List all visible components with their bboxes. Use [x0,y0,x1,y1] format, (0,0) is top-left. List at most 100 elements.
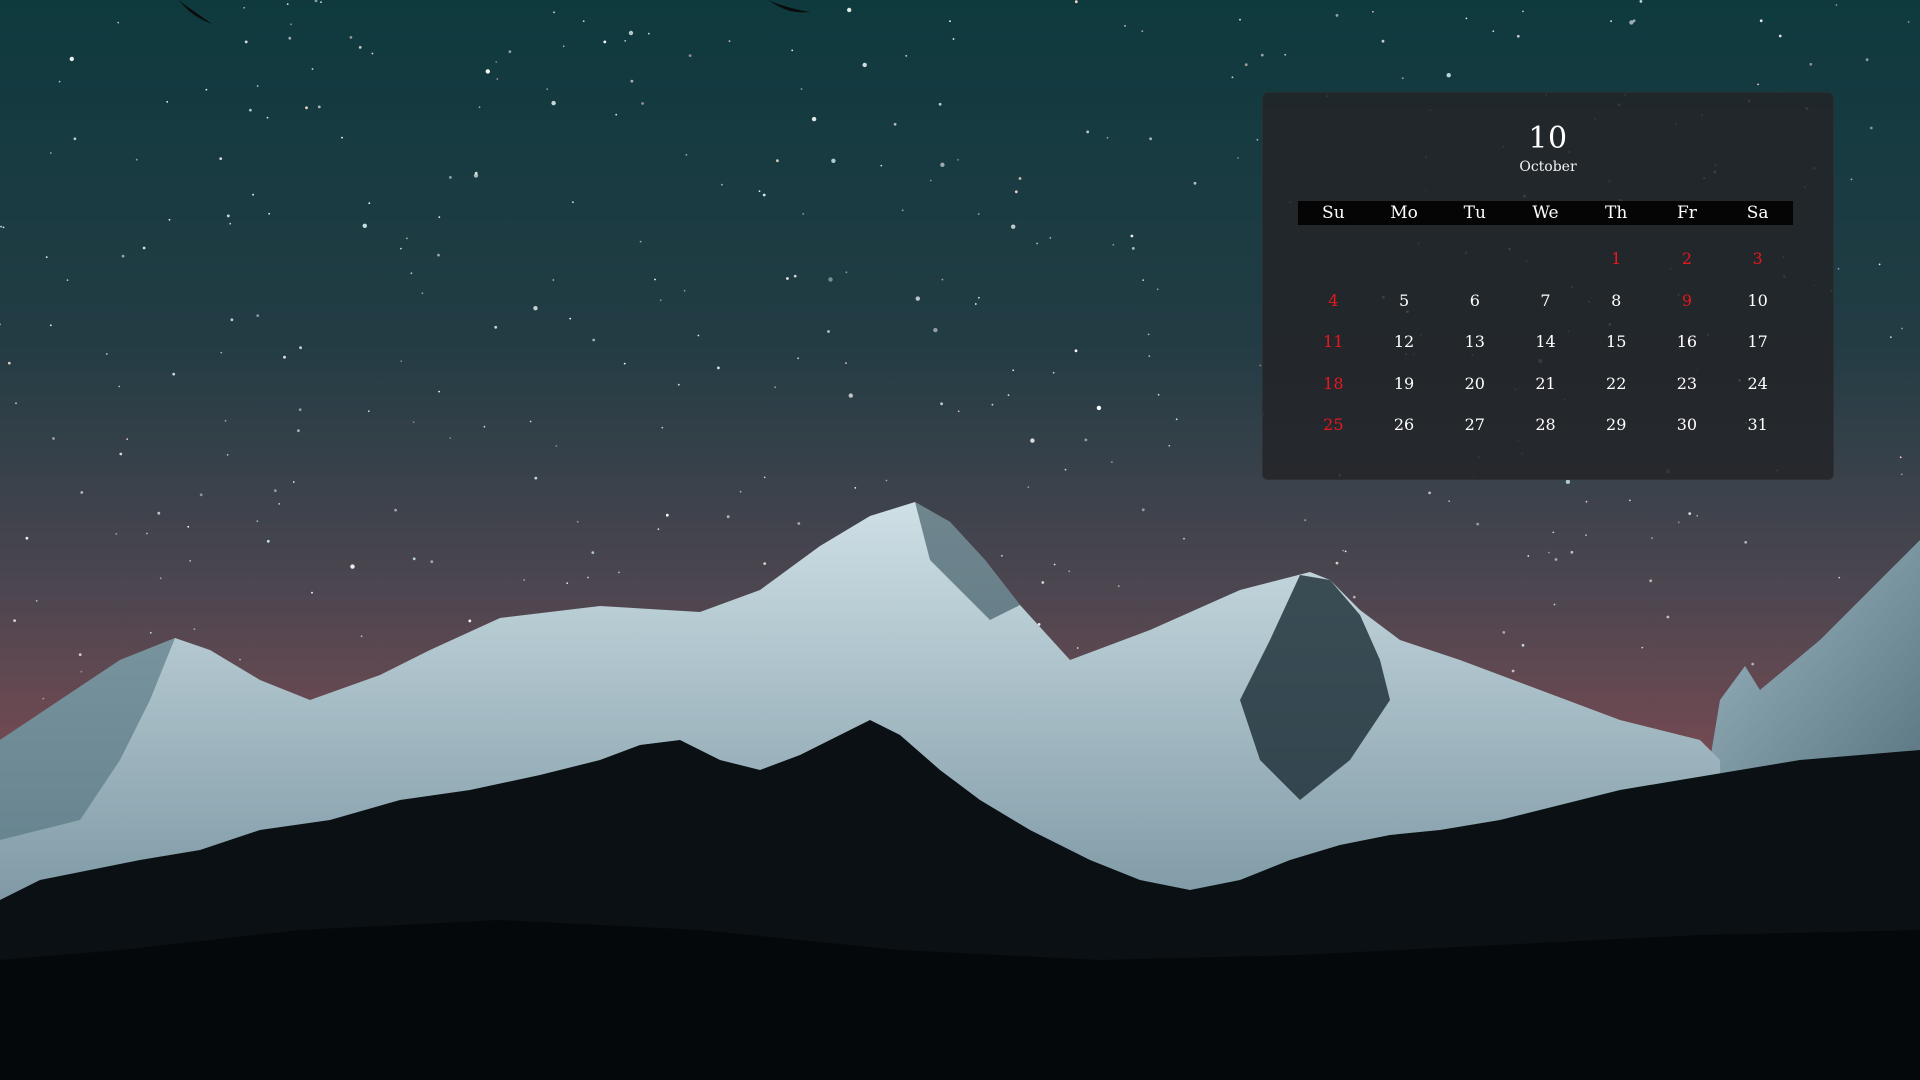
star [400,247,402,250]
star [1335,561,1339,565]
star [239,658,241,661]
star [721,183,723,186]
star [358,46,362,49]
star [800,88,803,90]
star [1141,508,1145,512]
star [105,353,108,355]
star [118,385,121,388]
star [1027,486,1030,489]
star [1835,4,1838,6]
star [1890,336,1892,339]
star [929,179,932,182]
star [845,362,847,364]
star [688,54,692,57]
star [1147,333,1150,336]
star [266,539,270,543]
star [317,105,321,109]
star [341,136,343,139]
star [553,11,555,14]
star [485,69,490,74]
star [305,106,308,110]
star [193,628,196,630]
star [1522,10,1524,13]
star [1030,438,1035,443]
star [533,306,538,311]
calendar-date: 11 [1323,332,1344,352]
star [854,487,857,489]
star [1751,662,1755,666]
star [268,212,271,215]
star [1757,83,1759,86]
star [1342,549,1344,552]
star [1014,190,1018,194]
star [1156,288,1159,291]
star [1049,237,1052,239]
star [1629,499,1631,502]
star [1076,647,1079,649]
star [1552,531,1555,534]
star [496,78,499,80]
star [172,372,176,376]
star [1907,21,1910,23]
star [205,88,208,91]
star [1175,418,1178,421]
calendar-date: 10 [1747,290,1768,310]
star [1012,369,1015,372]
calendar-date: 29 [1606,415,1627,435]
weekday-label: Sa [1746,203,1769,223]
star [576,520,579,523]
star [624,40,627,42]
star [683,289,686,292]
star [42,697,45,700]
star [1610,20,1612,22]
weekday-label: Tu [1463,203,1486,223]
star [940,402,943,406]
current-month-name: October [1519,159,1577,175]
star [1554,558,1558,561]
star [630,79,634,83]
star [1516,34,1520,38]
current-day-number: 10 [1528,121,1568,156]
star [1778,34,1782,38]
star [412,421,415,424]
star [1256,138,1259,141]
star [449,437,452,439]
weekday-label: We [1532,203,1559,223]
star [1111,461,1113,463]
star [495,61,498,63]
star [226,214,230,218]
star [360,635,363,638]
star [115,533,118,535]
star [1260,53,1264,57]
star [938,102,942,106]
star [249,108,252,112]
calendar-widget: 10 October Su Mo Tu We Th Fr Sa 1 2 3 4 5 6 7 8 9 10 11 1… [1262,92,1834,480]
calendar-date: 20 [1464,373,1485,393]
star [534,476,538,480]
star [603,40,607,44]
star [394,508,397,512]
star [400,360,403,362]
calendar-date: 25 [1323,415,1344,435]
star [1666,615,1670,619]
star [80,670,83,673]
star [2,226,5,229]
star [1465,17,1468,20]
star [367,410,370,413]
star [349,36,353,39]
star [1372,10,1374,13]
star [1344,550,1347,553]
star [149,631,152,634]
star [1007,394,1010,396]
star [243,6,246,9]
star [35,600,38,602]
star [572,201,574,204]
star [449,176,452,179]
star [1106,136,1109,139]
star [529,420,532,423]
star [1521,643,1525,647]
calendar-date: 8 [1611,290,1622,310]
star [1878,263,1881,266]
calendar-date: 24 [1747,373,1768,393]
star [974,303,977,305]
